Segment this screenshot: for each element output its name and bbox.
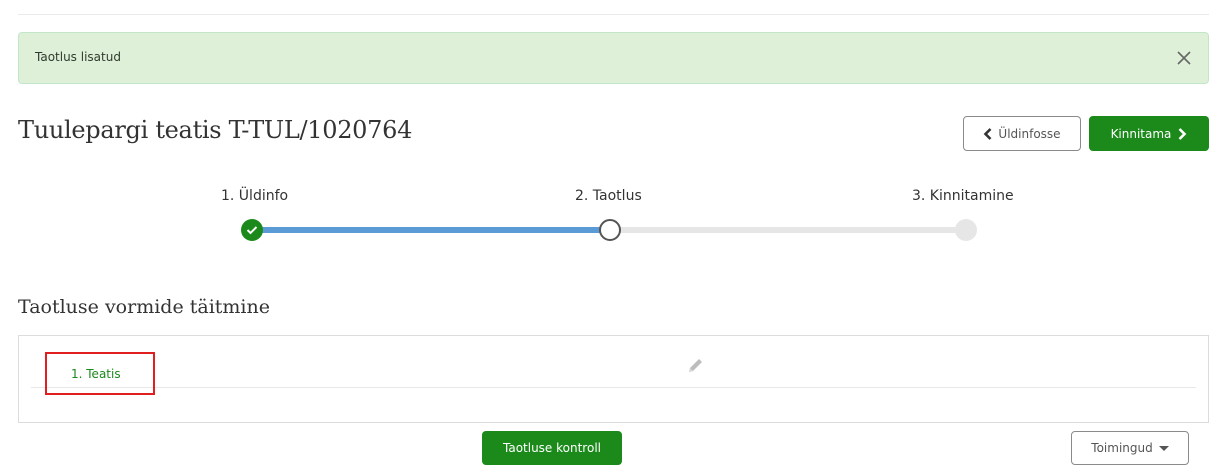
- step-done-marker: [241, 219, 263, 241]
- step-label-general-info: 1. Üldinfo: [221, 188, 289, 204]
- step-pending-marker: [955, 219, 977, 241]
- caret-down-icon: [1158, 445, 1169, 451]
- application-check-button[interactable]: Taotluse kontroll: [482, 431, 622, 465]
- close-icon[interactable]: [1172, 46, 1196, 70]
- back-button-label: Üldinfosse: [998, 126, 1061, 141]
- form-row: [31, 350, 1196, 388]
- step-label-application: 2. Taotlus: [575, 188, 642, 204]
- forms-section-title: Taotluse vormide täitmine: [18, 296, 270, 318]
- actions-dropdown-button[interactable]: Toimingud: [1071, 431, 1189, 465]
- pencil-edit-icon[interactable]: [685, 356, 705, 376]
- page-title: Tuulepargi teatis T-TUL/1020764: [18, 116, 413, 144]
- top-divider: [18, 14, 1209, 15]
- success-alert: Taotlus lisatud: [18, 32, 1209, 84]
- form-link-teatis[interactable]: 1. Teatis: [45, 352, 155, 395]
- actions-dropdown-label: Toimingud: [1091, 441, 1153, 455]
- chevron-right-icon: [1179, 127, 1187, 140]
- confirm-button[interactable]: Kinnitama: [1089, 116, 1209, 151]
- checkmark-icon: [246, 226, 258, 235]
- back-to-general-info-button[interactable]: Üldinfosse: [963, 116, 1081, 151]
- step-current-marker: [599, 219, 621, 241]
- progress-fill: [252, 227, 610, 233]
- alert-message: Taotlus lisatud: [35, 50, 121, 64]
- step-label-confirmation: 3. Kinnitamine: [912, 188, 1014, 204]
- confirm-button-label: Kinnitama: [1110, 126, 1172, 141]
- forms-panel: 1. Teatis: [18, 335, 1209, 423]
- chevron-left-icon: [984, 127, 992, 140]
